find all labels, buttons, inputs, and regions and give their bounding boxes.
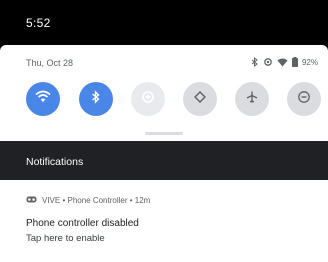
vive-app-icon [26,196,37,205]
do-not-disturb-icon [297,90,311,109]
bluetooth-tile[interactable] [79,82,113,116]
notification-body: Tap here to enable [26,233,105,244]
date-label: Thu, Oct 28 [26,58,74,68]
notification-title: Phone controller disabled [26,218,139,229]
wifi-icon [35,90,51,109]
notification-app-line: VIVE • Phone Controller • 12m [26,196,150,205]
battery-percentage: 92% [301,57,318,67]
airplane-mode-tile[interactable] [235,82,269,116]
bluetooth-status-icon [251,57,259,67]
bluetooth-icon [91,89,101,109]
notifications-title: Notifications [26,156,84,168]
wifi-tile[interactable] [26,82,60,116]
battery-status-icon [291,57,298,67]
notification-card[interactable]: VIVE • Phone Controller • 12m Phone cont… [0,180,328,262]
notifications-header: Notifications [0,141,328,180]
data-saver-icon [141,90,155,109]
vibrate-status-icon [263,57,273,67]
do-not-disturb-tile[interactable] [287,82,321,116]
auto-rotate-icon [193,90,207,109]
quick-settings-panel[interactable]: Thu, Oct 28 92% [0,45,328,141]
quick-settings-tiles [24,82,324,118]
notification-source: VIVE • Phone Controller • 12m [42,196,151,205]
system-status-icons: 92% [251,55,318,69]
airplane-icon [245,90,259,109]
data-saver-tile[interactable] [131,82,165,116]
status-time: 5:52 [26,16,51,30]
wifi-status-icon [277,57,288,67]
auto-rotate-tile[interactable] [183,82,217,116]
panel-drag-handle[interactable] [145,132,183,135]
status-bar: 5:52 [0,0,328,45]
